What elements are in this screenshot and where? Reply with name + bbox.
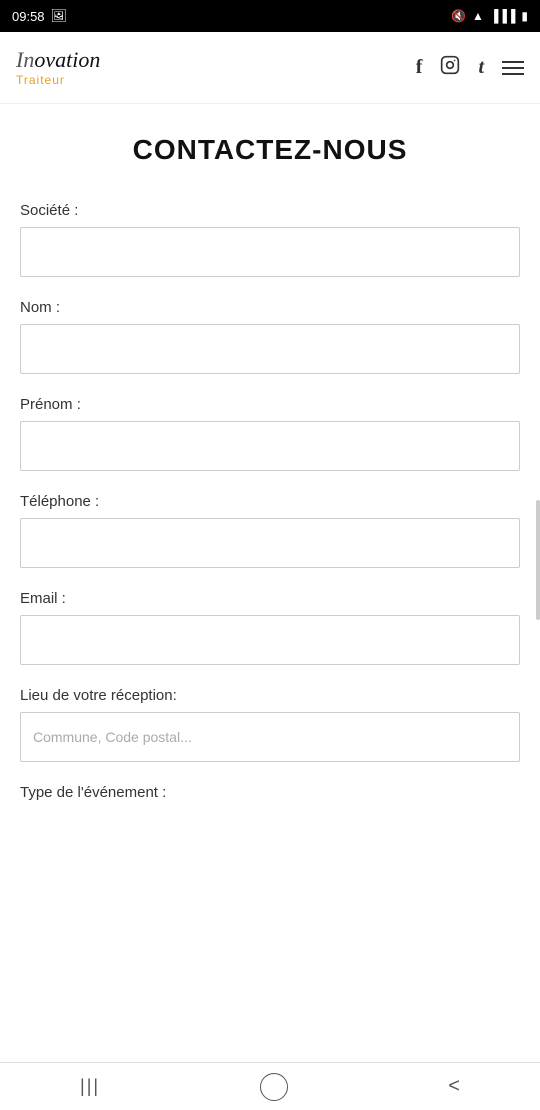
- mute-icon: 🔇: [451, 9, 466, 23]
- bottom-nav: ||| <: [0, 1062, 540, 1110]
- nav-icons: f t: [416, 55, 524, 81]
- logo: Inovation Traiteur: [16, 49, 100, 87]
- societe-group: Société :: [20, 202, 520, 277]
- facebook-icon[interactable]: f: [416, 56, 423, 79]
- prenom-label: Prénom :: [20, 396, 520, 413]
- main-content: CONTACTEZ-NOUS Société : Nom : Prénom : …: [0, 104, 540, 863]
- time: 09:58: [12, 9, 45, 24]
- telephone-group: Téléphone :: [20, 493, 520, 568]
- societe-label: Société :: [20, 202, 520, 219]
- telephone-label: Téléphone :: [20, 493, 520, 510]
- battery-icon: ▮: [521, 9, 528, 23]
- type-evenement-group: Type de l'événement :: [20, 784, 520, 801]
- back-button[interactable]: <: [448, 1075, 460, 1098]
- type-evenement-label: Type de l'événement :: [20, 784, 520, 801]
- societe-input[interactable]: [20, 227, 520, 277]
- nom-input[interactable]: [20, 324, 520, 374]
- lieu-label: Lieu de votre réception:: [20, 687, 520, 704]
- scrollbar: [536, 500, 540, 620]
- nom-group: Nom :: [20, 299, 520, 374]
- signal-icon: ▐▐▐: [490, 9, 516, 23]
- lieu-input[interactable]: [20, 712, 520, 762]
- email-group: Email :: [20, 590, 520, 665]
- image-icon: 🖼: [51, 8, 68, 24]
- status-bar: 09:58 🖼 🔇 ▲ ▐▐▐ ▮: [0, 0, 540, 32]
- recent-apps-button[interactable]: |||: [80, 1076, 100, 1097]
- logo-text: Inovation: [16, 49, 100, 71]
- page-title: CONTACTEZ-NOUS: [20, 134, 520, 166]
- lieu-group: Lieu de votre réception:: [20, 687, 520, 762]
- home-button[interactable]: [260, 1073, 288, 1101]
- prenom-input[interactable]: [20, 421, 520, 471]
- contact-form: Société : Nom : Prénom : Téléphone : Ema…: [20, 202, 520, 801]
- wifi-icon: ▲: [472, 9, 484, 23]
- email-label: Email :: [20, 590, 520, 607]
- telephone-input[interactable]: [20, 518, 520, 568]
- nom-label: Nom :: [20, 299, 520, 316]
- hamburger-menu[interactable]: [502, 61, 524, 75]
- twitter-icon[interactable]: t: [478, 56, 484, 79]
- logo-sub: Traiteur: [16, 73, 65, 87]
- prenom-group: Prénom :: [20, 396, 520, 471]
- status-right: 🔇 ▲ ▐▐▐ ▮: [451, 9, 528, 23]
- instagram-icon[interactable]: [440, 55, 460, 81]
- email-input[interactable]: [20, 615, 520, 665]
- status-left: 09:58 🖼: [12, 8, 67, 24]
- navbar: Inovation Traiteur f t: [0, 32, 540, 104]
